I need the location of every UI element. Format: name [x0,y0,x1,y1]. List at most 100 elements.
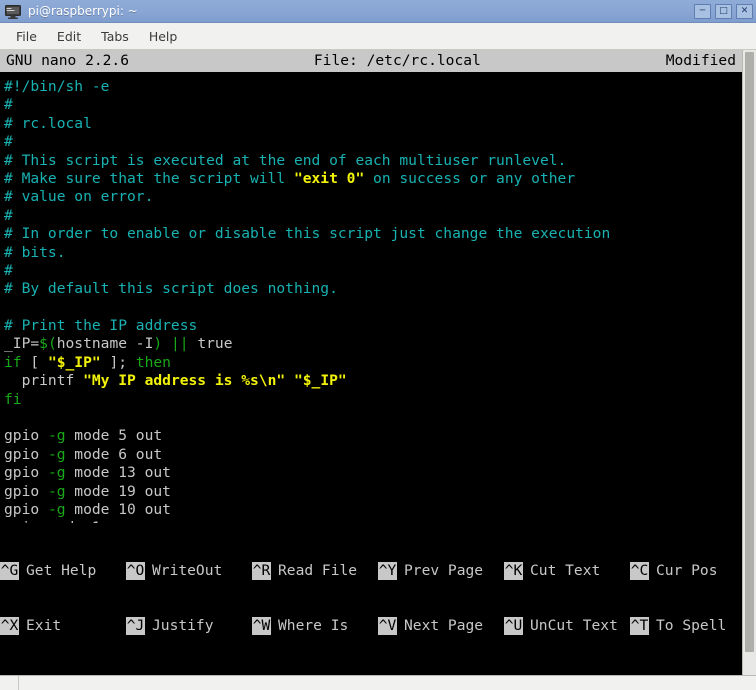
code-line: # rc.local [4,115,738,133]
shortcut-get-help[interactable]: ^G Get Help [0,561,126,580]
code-line: gpio -g mode 10 out [4,501,738,519]
code-span: gpio [4,445,48,463]
shortcut-label: UnCut Text [530,616,618,634]
shortcut-label: WriteOut [152,561,223,579]
code-span: gpio [4,464,48,482]
shortcut-label: Prev Page [404,561,484,579]
code-span: mode 13 out [65,464,171,482]
shortcut-key: ^K [504,561,523,580]
code-line: # Print the IP address [4,317,738,335]
code-span: # bits. [4,243,66,261]
nano-editor[interactable]: #!/bin/sh -e # # rc.local # # This script is… [0,72,742,523]
code-line: # value on error. [4,188,738,206]
code-span: -g [47,464,66,482]
maximize-button[interactable]: □ [715,3,732,19]
nano-version: GNU nano 2.2.6 [6,52,130,69]
code-span: [ [21,353,48,371]
shortcut-next-page[interactable]: ^V Next Page [378,616,504,636]
shortcut-key: ^O [126,561,145,580]
terminal-window: pi@raspberrypi: ~ ─ □ ✕ File Edit Tabs Help… [0,0,756,690]
code-span: # Make sure that the script will [4,169,294,187]
code-span: gpio [4,427,48,445]
code-line: # bits. [4,244,738,262]
code-line: gpio -g mode 19 out [4,483,738,501]
code-span: printf [4,372,84,390]
shortcut-read-file[interactable]: ^R Read File [252,561,378,580]
shortcut-label: Cut Text [530,561,601,579]
shortcut-key: ^J [126,616,145,636]
code-span: # [4,206,13,224]
scrollbar-thumb[interactable] [745,52,754,652]
code-span: ]; [100,353,136,371]
terminal-monitor-icon [5,4,21,19]
shortcut-justify[interactable]: ^J Justify [126,616,252,636]
shortcut-key: ^W [252,616,271,636]
shortcut-key: ^U [504,616,523,636]
code-span: hostname -I [56,335,154,353]
window-titlebar[interactable]: pi@raspberrypi: ~ ─ □ ✕ [0,0,756,23]
minimize-button[interactable]: ─ [694,3,711,19]
shortcut-where-is[interactable]: ^W Where Is [252,616,378,636]
code-span: mode 5 out [65,427,163,445]
code-span: $( [39,335,57,353]
nano-modified-status: Modified [665,52,736,69]
terminal-content[interactable]: GNU nano 2.2.6 File: /etc/rc.local Modif… [0,50,742,675]
shortcut-key: ^X [0,616,19,636]
shortcut-writeout[interactable]: ^O WriteOut [126,561,252,580]
code-line: gpio -g mode 6 out [4,446,738,464]
code-line: #!/bin/sh -e [4,78,738,96]
menu-item-edit[interactable]: Edit [47,26,91,47]
code-line: if [ "$_IP" ]; then [4,354,738,372]
code-line: # [4,96,738,114]
close-button[interactable]: ✕ [736,3,753,19]
shortcut-label: To Spell [656,616,727,634]
shortcut-to-spell[interactable]: ^T To Spell [630,616,756,636]
code-line: fi [4,391,738,409]
code-span: if [4,353,22,371]
code-span: -g [47,500,66,518]
code-span: -g [47,482,66,500]
code-span [285,372,294,389]
code-span: "exit 0" [293,169,365,187]
shortcut-prev-page[interactable]: ^Y Prev Page [378,561,504,580]
code-line: _IP=$(hostname -I) || true [4,335,738,353]
code-span: # rc.local [4,114,92,132]
code-line: # [4,262,738,280]
menu-item-file[interactable]: File [6,26,47,47]
shortcut-key: ^T [630,616,649,636]
code-line: # [4,207,738,225]
menu-item-help[interactable]: Help [139,26,188,47]
maximize-icon: □ [719,5,728,16]
code-span: -g [47,427,66,445]
shortcut-label: Get Help [26,561,97,579]
shortcut-cur-pos[interactable]: ^C Cur Pos [630,561,756,580]
shortcut-label: Justify [152,616,214,634]
bottom-strip-left [0,676,19,690]
code-span: #!/bin/sh -e [4,78,110,95]
code-line: # Make sure that the script will "exit 0… [4,170,738,188]
code-line: gpio -g mode 5 out [4,427,738,445]
bottom-strip-right [19,676,756,690]
code-span: # [4,261,13,279]
code-span: true [188,335,233,353]
shortcut-cut-text[interactable]: ^K Cut Text [504,561,630,580]
shortcut-row-1: ^G Get Help ^O WriteOut ^R Read File ^Y Prev Pa… [0,561,742,580]
nano-filename: File: /etc/rc.local [313,52,481,69]
code-span: ) [153,335,163,353]
terminal-scrollbar[interactable] [742,50,756,675]
code-line: # This script is executed at the end of … [4,152,738,170]
shortcut-row-2: ^X Exit ^J Justify ^W Where Is ^V Next Page ^U Un… [0,616,742,636]
shortcut-uncut-text[interactable]: ^U UnCut Text [504,616,630,636]
shortcut-key: ^R [252,561,271,580]
code-span: || [170,335,189,353]
code-span: fi [4,390,22,408]
menu-item-tabs[interactable]: Tabs [91,26,139,47]
shortcut-label: Where Is [278,616,349,634]
shortcut-key: ^C [630,561,649,580]
code-span: "My IP address is %s\n" [83,372,286,390]
code-span: # By default this script does nothing. [4,280,338,298]
shortcut-exit[interactable]: ^X Exit [0,616,126,636]
code-line: # By default this script does nothing. [4,280,738,298]
